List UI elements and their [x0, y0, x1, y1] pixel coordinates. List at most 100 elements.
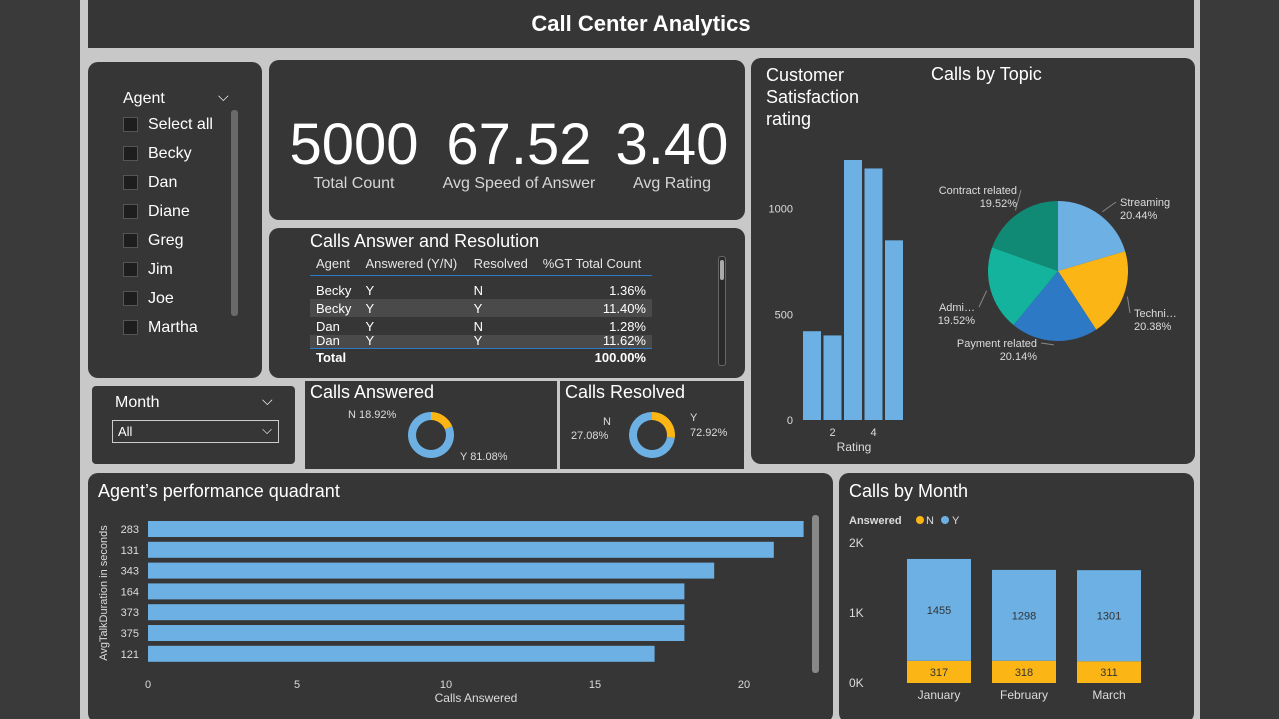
y-tick-label: 0: [787, 415, 793, 427]
rating-bar-5[interactable]: [885, 240, 903, 420]
kpi-label: Total Count: [313, 175, 395, 192]
agent-slicer-label: Agent: [123, 90, 165, 107]
chevron-down-icon[interactable]: ⌵: [262, 392, 273, 409]
column-header[interactable]: Resolved: [468, 253, 537, 275]
agent-bar[interactable]: [148, 604, 685, 621]
data-label: 1301: [1097, 611, 1121, 623]
rating-bar-1[interactable]: [803, 331, 821, 420]
x-tick-label: 5: [294, 679, 300, 691]
checkbox-icon[interactable]: [123, 262, 138, 277]
rating-bar-2[interactable]: [823, 335, 842, 420]
agent-option-becky[interactable]: Becky: [123, 139, 213, 168]
data-label: 311: [1100, 667, 1118, 679]
chevron-down-icon: ⌵: [262, 422, 272, 437]
column-header[interactable]: %GT Total Count: [537, 253, 652, 275]
month-dropdown[interactable]: All ⌵: [112, 420, 279, 443]
month-dropdown-value: All: [118, 424, 133, 439]
checkbox-icon[interactable]: [123, 204, 138, 219]
x-tick-label: 2: [829, 427, 835, 439]
checkbox-icon[interactable]: [123, 175, 138, 190]
calls-resolved-panel: Calls Resolved N 27.08% Y 72.92%: [560, 381, 744, 469]
x-tick-label: February: [1000, 688, 1048, 702]
pie-category-label: Contract related: [939, 185, 1017, 197]
chevron-down-icon[interactable]: ⌵: [218, 88, 229, 105]
month-slicer-panel: Month ⌵ All ⌵: [92, 386, 295, 464]
agent-bar[interactable]: [148, 583, 685, 600]
pie-category-label: Payment related: [957, 338, 1037, 350]
donut-label: Y: [690, 412, 698, 424]
calls-by-month-chart: Answered N Y 0K 1K 2K 317 1455 January 318 1298…: [849, 515, 1141, 702]
legend-marker-n: [916, 516, 924, 524]
agent-bar[interactable]: [148, 562, 715, 579]
y-tick-label: 500: [775, 309, 793, 321]
pie-percent-label: 20.14%: [1000, 351, 1038, 363]
y-axis-label: AvgTalkDuration in seconds: [98, 525, 110, 661]
kpi-total-count: 5000 Total Count: [279, 115, 429, 193]
checkbox-icon[interactable]: [123, 291, 138, 306]
kpi-label: Avg Rating: [633, 175, 711, 192]
agent-option-dan[interactable]: Dan: [123, 168, 213, 197]
agent-option-diane[interactable]: Diane: [123, 197, 213, 226]
kpi-value: 67.52: [446, 112, 592, 177]
x-axis-label: Calls Answered: [435, 691, 518, 705]
x-tick-label: 20: [738, 679, 750, 691]
y-tick-label: 1000: [769, 204, 793, 216]
rating-bar-3[interactable]: [844, 160, 862, 420]
column-header[interactable]: Agent: [310, 253, 359, 275]
table-row[interactable]: Becky Y N 1.36%: [310, 281, 652, 299]
table-scroll-thumb[interactable]: [720, 260, 724, 280]
agent-slicer-scrollbar[interactable]: [231, 110, 238, 316]
agent-option-martha[interactable]: Martha: [123, 313, 213, 342]
y-tick-label: 164: [121, 586, 139, 598]
y-tick-label: 283: [121, 524, 139, 536]
y-tick-label: 131: [121, 545, 139, 557]
agent-option-joe[interactable]: Joe: [123, 284, 213, 313]
resolution-table: Agent Answered (Y/N) Resolved %GT Total …: [310, 253, 652, 366]
pie-leader-line: [1040, 342, 1054, 346]
donut-label: Y 81.08%: [460, 451, 508, 463]
table-row[interactable]: Becky Y Y 11.40%: [310, 299, 652, 317]
agent-option-greg[interactable]: Greg: [123, 226, 213, 255]
table-row[interactable]: Dan Y Y 11.62%: [310, 334, 652, 348]
donut-label: N: [603, 416, 611, 428]
kpi-value: 5000: [289, 112, 419, 177]
pie-leader-line: [1126, 296, 1131, 314]
pie-percent-label: 19.52%: [938, 315, 976, 327]
kpi-label: Avg Speed of Answer: [442, 175, 596, 192]
agent-option-jim[interactable]: Jim: [123, 255, 213, 284]
agent-performance-panel: Agent’s performance quadrant 283 131 343 16…: [88, 473, 833, 719]
kpi-panel: 5000 Total Count 67.52 Avg Speed of Answ…: [269, 60, 745, 220]
pie-percent-label: 20.38%: [1134, 321, 1172, 333]
rating-bar-4[interactable]: [864, 168, 883, 420]
y-tick-label: 0K: [849, 676, 864, 690]
checkbox-icon[interactable]: [123, 233, 138, 248]
legend-title: Answered: [849, 515, 902, 527]
chart-scrollbar[interactable]: [812, 515, 819, 673]
legend-label: Y: [952, 515, 960, 527]
donut-slice-n[interactable]: [431, 412, 453, 430]
agent-bar[interactable]: [148, 625, 685, 641]
agent-bar[interactable]: [148, 521, 804, 537]
x-tick-label: 4: [870, 427, 876, 439]
pie-category-label: Techni…: [1134, 308, 1177, 320]
month-slicer-label: Month: [115, 394, 160, 411]
donut-label: 27.08%: [571, 430, 609, 442]
x-tick-label: March: [1092, 688, 1125, 702]
checkbox-icon[interactable]: [123, 146, 138, 161]
agent-option-select-all[interactable]: Select all: [123, 110, 213, 139]
table-total-row: Total 100.00%: [316, 349, 646, 365]
y-tick-label: 375: [121, 628, 139, 640]
agent-bar[interactable]: [148, 541, 774, 558]
data-label: 1298: [1012, 610, 1036, 622]
calls-resolved-donut: N 27.08% Y 72.92%: [571, 412, 728, 458]
column-header[interactable]: Answered (Y/N): [359, 253, 467, 275]
checkbox-icon[interactable]: [123, 320, 138, 335]
donut-slice-n[interactable]: [652, 412, 675, 438]
y-tick-label: 343: [121, 566, 139, 578]
donut-label: N 18.92%: [348, 409, 397, 421]
agent-performance-chart: 283 131 343 164 373 375 121 0 5 10 15 20 Calls Answe…: [98, 521, 804, 705]
checkbox-icon[interactable]: [123, 117, 138, 132]
x-tick-label: 0: [145, 679, 151, 691]
calls-answered-donut: N 18.92% Y 81.08%: [348, 409, 508, 463]
agent-bar[interactable]: [148, 645, 655, 662]
